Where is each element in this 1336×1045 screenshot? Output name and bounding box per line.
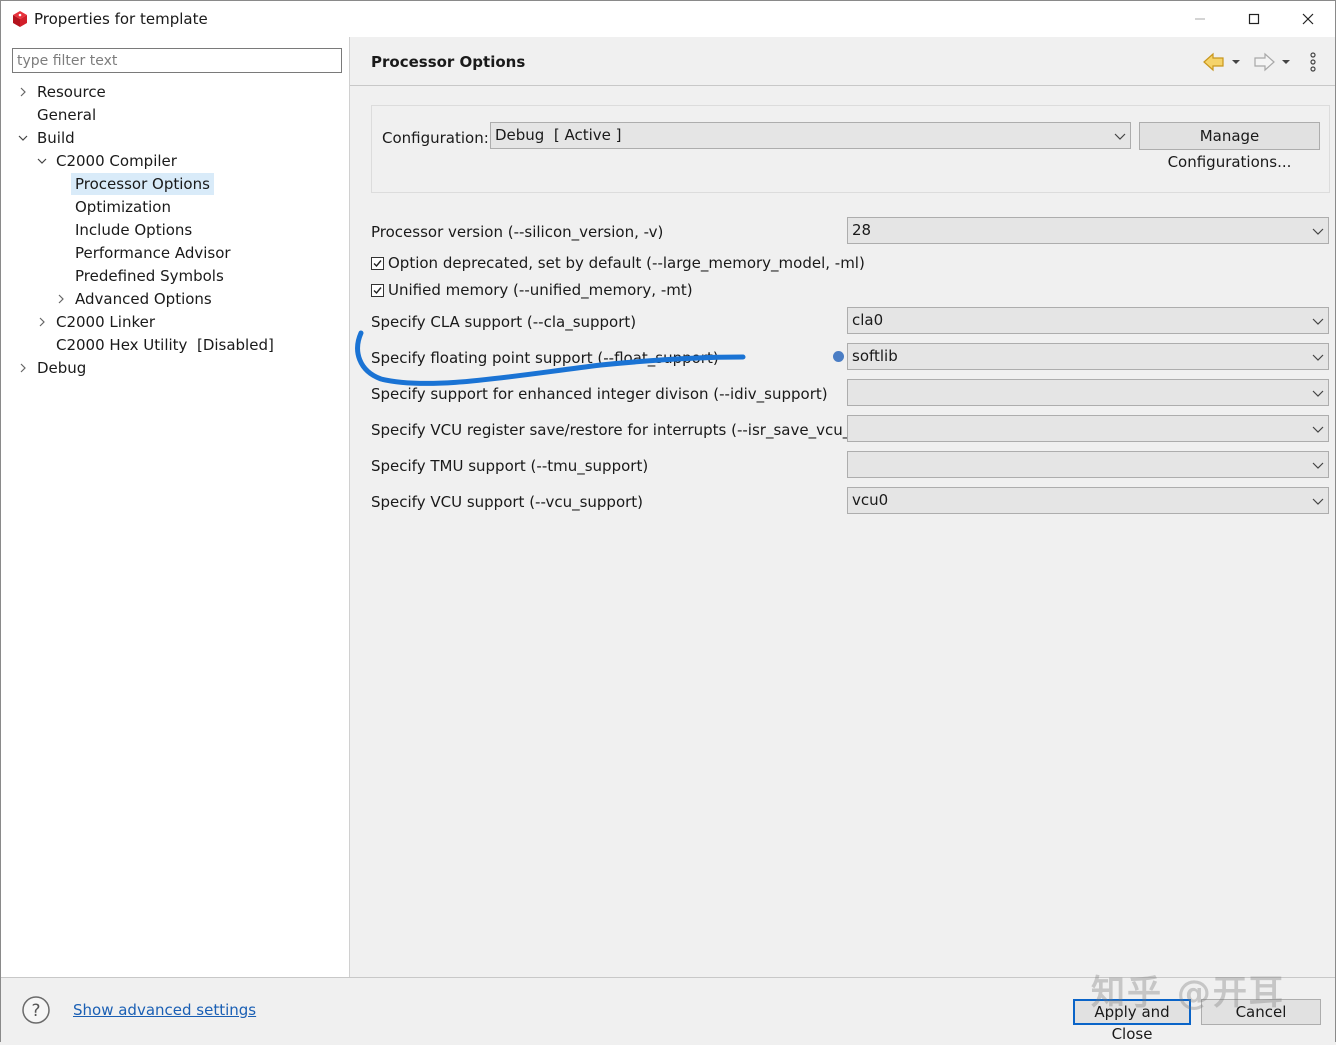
chevron-down-icon	[1312, 354, 1324, 361]
tree-label-linker: C2000 Linker	[56, 313, 155, 331]
chevron-down-icon	[1312, 426, 1324, 433]
chevron-right-icon[interactable]	[17, 357, 29, 379]
idiv-support-select[interactable]	[847, 379, 1329, 406]
tree-label-build: Build	[37, 129, 75, 147]
processor-version-select[interactable]: 28	[847, 217, 1329, 244]
configuration-group: Configuration: Debug [ Active ] Manage C…	[371, 105, 1330, 193]
tree-label-include-options: Include Options	[75, 221, 193, 239]
back-arrow-icon[interactable]	[1202, 52, 1226, 72]
annotation-underline-stroke	[355, 330, 746, 386]
chevron-down-icon	[1114, 133, 1126, 140]
isr-save-label: Specify VCU register save/restore for in…	[371, 421, 889, 439]
tmu-support-label: Specify TMU support (--tmu_support)	[371, 457, 649, 475]
view-menu-button[interactable]	[1308, 51, 1318, 73]
maximize-icon	[1248, 13, 1260, 25]
vcu-support-select[interactable]: vcu0	[847, 487, 1329, 514]
more-options-icon[interactable]	[1308, 51, 1318, 73]
tree-label-compiler: C2000 Compiler	[56, 152, 177, 170]
cla-support-value: cla0	[852, 311, 884, 329]
title-bar: Properties for template	[1, 1, 1335, 37]
svg-text:?: ?	[31, 1001, 40, 1021]
minimize-icon	[1195, 18, 1205, 20]
chevron-down-icon	[1312, 498, 1324, 505]
tree-label-resource: Resource	[37, 83, 106, 101]
unified-memory-checkbox[interactable]	[371, 284, 384, 297]
navigation-panel: Resource General Build C2000 Compiler	[1, 37, 350, 977]
minimize-button[interactable]	[1173, 1, 1227, 37]
checkmark-icon	[373, 287, 382, 295]
maximize-button[interactable]	[1227, 1, 1281, 37]
processor-version-label: Processor version (--silicon_version, -v…	[371, 223, 664, 241]
configuration-label: Configuration:	[382, 129, 489, 147]
vcu-support-label: Specify VCU support (--vcu_support)	[371, 493, 644, 511]
vcu-support-value: vcu0	[852, 491, 889, 509]
cla-support-select[interactable]: cla0	[847, 307, 1329, 334]
chevron-down-icon	[1312, 318, 1324, 325]
chevron-down-icon[interactable]	[17, 127, 29, 149]
deprecated-checkbox[interactable]	[371, 257, 384, 270]
chevron-down-icon	[1312, 462, 1324, 469]
configuration-value: Debug [ Active ]	[495, 126, 622, 144]
close-button[interactable]	[1281, 1, 1335, 37]
chevron-right-icon[interactable]	[36, 311, 48, 333]
tree-label-processor-options: Processor Options	[71, 173, 214, 195]
watermark-text: 知乎 @开耳	[1091, 973, 1285, 1013]
manage-configurations-button[interactable]: Manage Configurations...	[1139, 122, 1320, 171]
tree-label-hex-utility: C2000 Hex Utility [Disabled]	[56, 336, 274, 354]
tree-label-optimization: Optimization	[75, 198, 171, 216]
tree-label-general: General	[37, 106, 97, 124]
checkmark-icon	[373, 260, 382, 268]
tree-label-debug: Debug	[37, 359, 87, 377]
configuration-select[interactable]: Debug [ Active ]	[490, 122, 1131, 149]
deprecated-label: Option deprecated, set by default (--lar…	[388, 254, 865, 272]
content-panel: Processor Options Configuration: Debug […	[350, 37, 1335, 977]
tree-label-predefined-symbols: Predefined Symbols	[75, 267, 224, 285]
chevron-right-icon[interactable]	[17, 81, 29, 103]
back-dropdown-icon[interactable]	[1229, 57, 1243, 67]
back-nav[interactable]	[1202, 51, 1243, 73]
isr-save-select[interactable]	[847, 415, 1329, 442]
chevron-down-icon	[1312, 228, 1324, 235]
forward-dropdown-icon[interactable]	[1279, 57, 1293, 67]
page-header: Processor Options	[350, 37, 1335, 86]
processor-version-value: 28	[852, 221, 872, 239]
page-title: Processor Options	[371, 53, 526, 71]
app-cube-icon	[13, 11, 27, 27]
chevron-down-icon[interactable]	[36, 150, 48, 172]
help-icon[interactable]: ?	[21, 995, 51, 1025]
float-support-select[interactable]: softlib	[847, 343, 1329, 370]
close-icon	[1302, 13, 1314, 25]
properties-dialog: Properties for template Resource General	[0, 0, 1336, 1043]
chevron-down-icon	[1312, 390, 1324, 397]
tree-label-advanced-options: Advanced Options	[75, 290, 212, 308]
chevron-right-icon[interactable]	[55, 288, 67, 310]
forward-nav[interactable]	[1252, 51, 1293, 73]
tree-label-performance-advisor: Performance Advisor	[75, 244, 231, 262]
show-advanced-settings-link[interactable]: Show advanced settings	[73, 1001, 256, 1019]
forward-arrow-icon[interactable]	[1252, 52, 1276, 72]
float-support-value: softlib	[852, 347, 898, 365]
filter-input[interactable]	[12, 48, 342, 73]
unified-memory-label: Unified memory (--unified_memory, -mt)	[388, 281, 693, 299]
info-icon	[833, 351, 844, 362]
window-title: Properties for template	[34, 10, 208, 28]
tmu-support-select[interactable]	[847, 451, 1329, 478]
